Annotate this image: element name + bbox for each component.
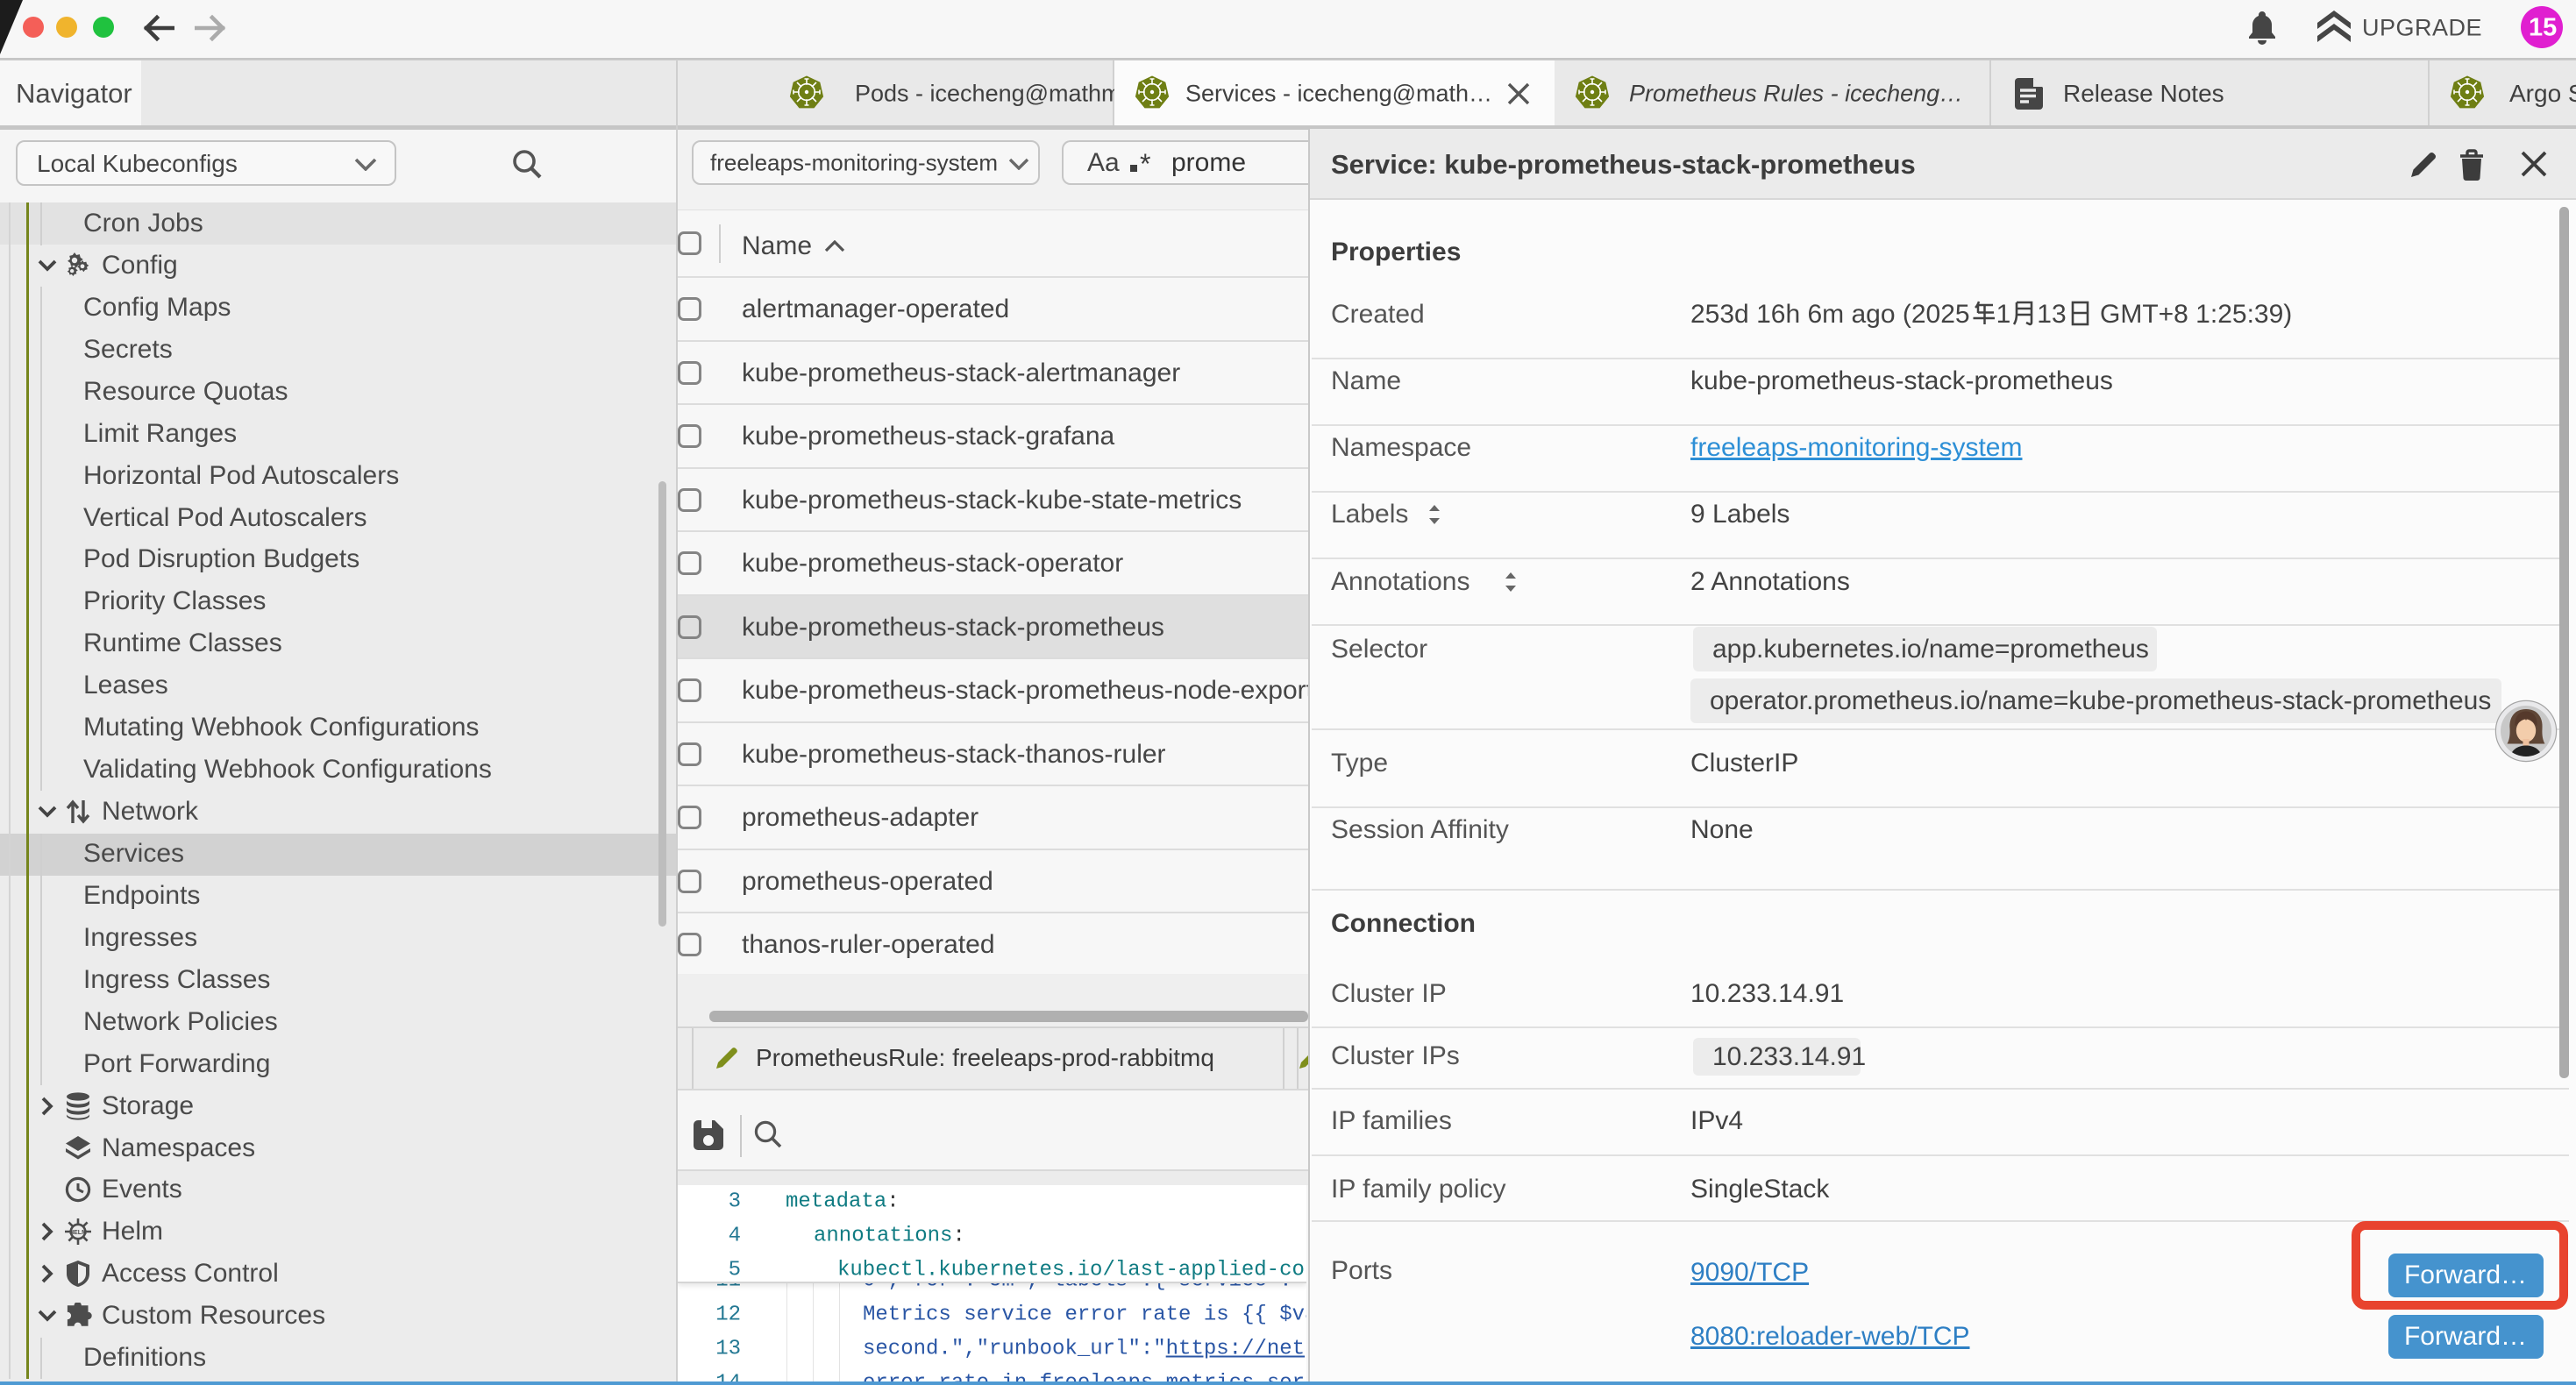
svg-text:*: * <box>1140 153 1150 174</box>
svg-text:HELM: HELM <box>69 1230 87 1236</box>
